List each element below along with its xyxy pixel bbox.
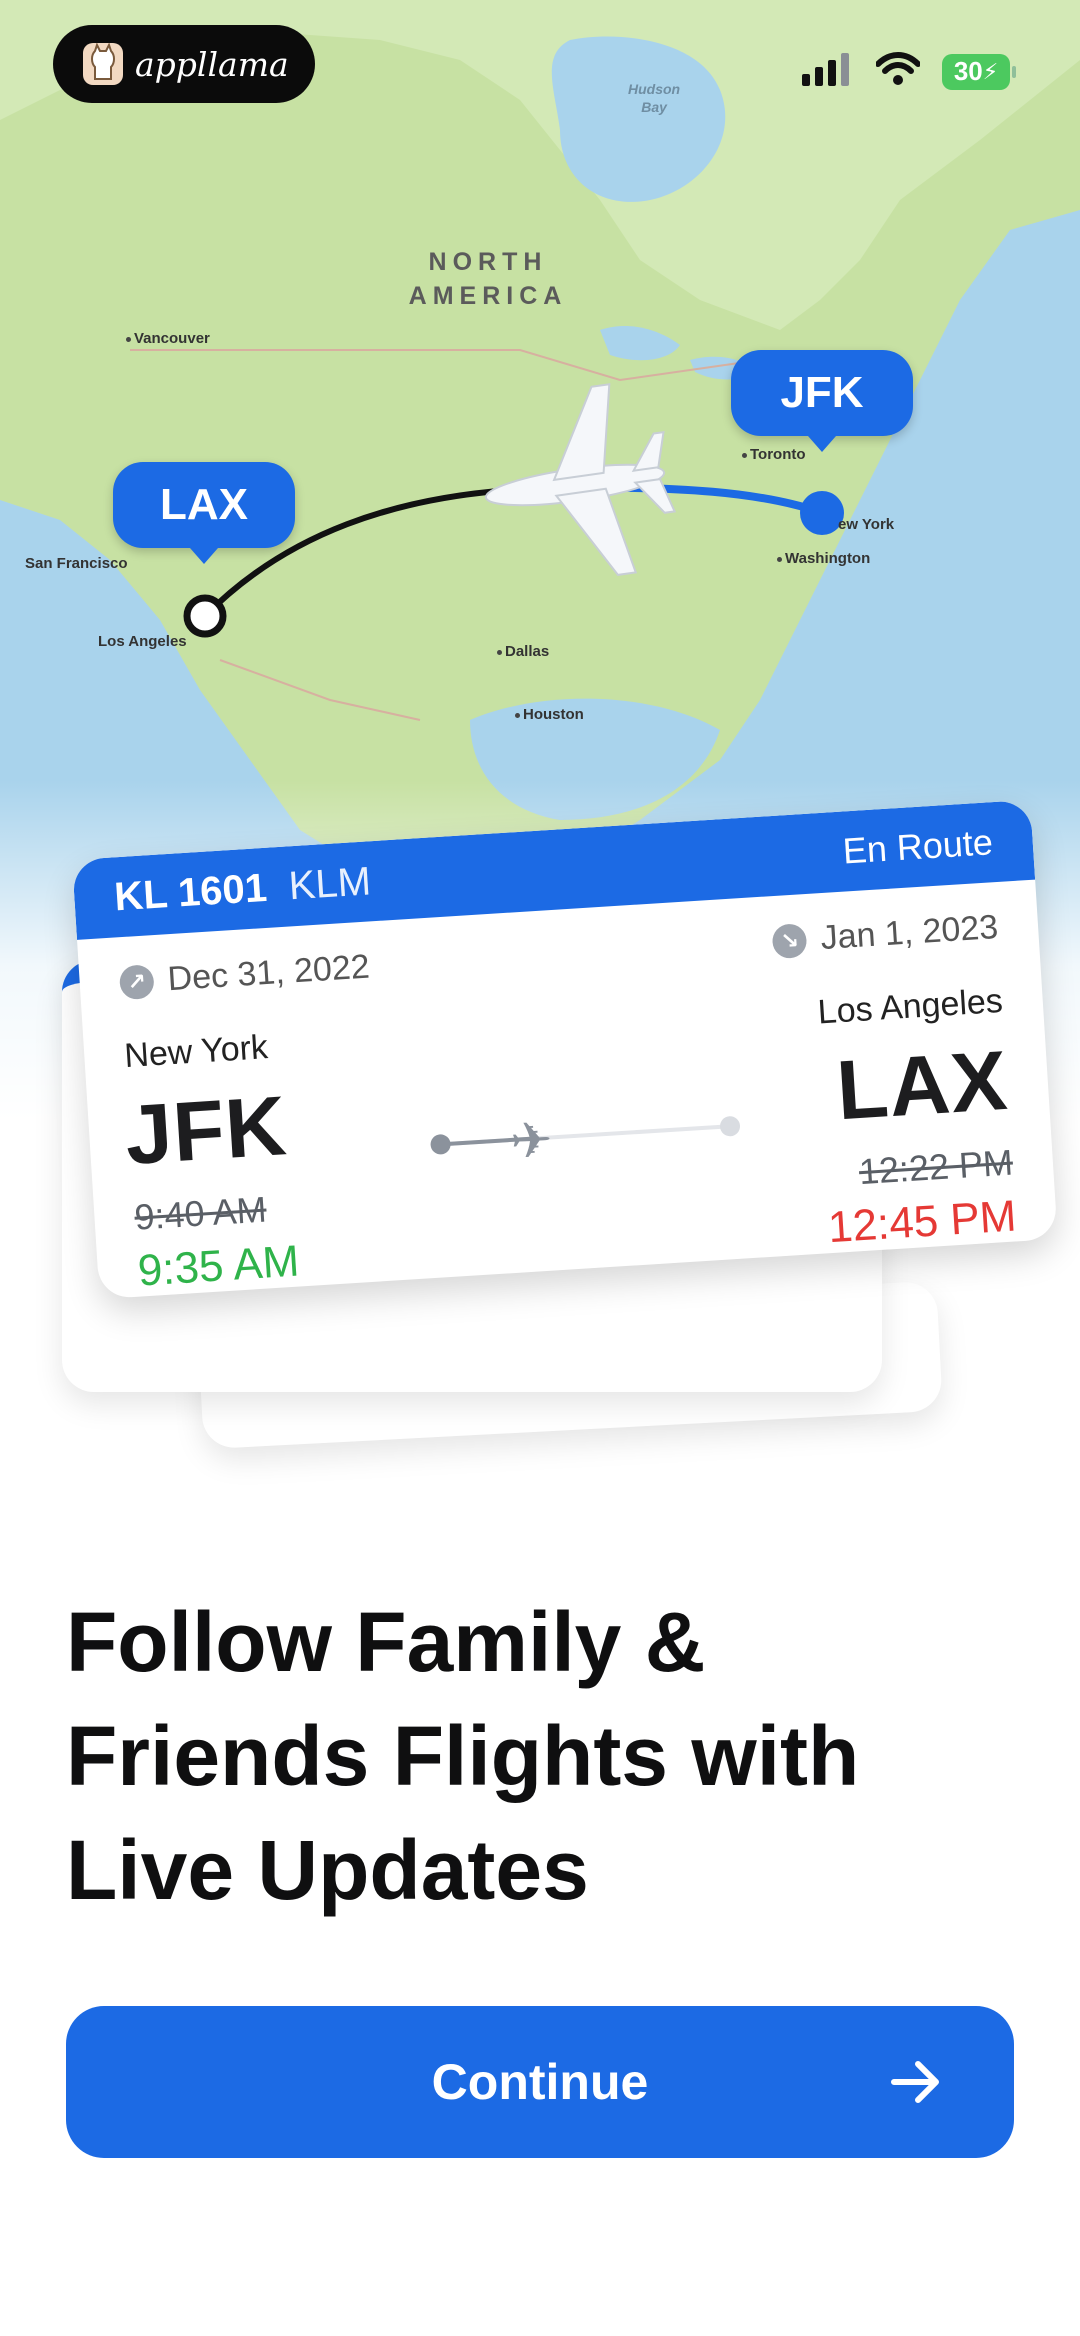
departure-actual-time: 9:35 AM: [136, 1236, 301, 1296]
llama-logo-icon: [83, 42, 123, 85]
brand-badge: appllama: [53, 25, 315, 103]
continue-button-label: Continue: [431, 2054, 649, 2110]
departure-arrow-icon: ↗: [118, 963, 155, 1000]
arrival-date-row: ↘ Jan 1, 2023: [771, 908, 1000, 961]
arrow-right-icon: [888, 2054, 944, 2122]
hudson-bay-label: Hudson Bay: [628, 81, 681, 115]
wifi-icon: [875, 52, 921, 91]
cellular-signal-icon: [802, 52, 854, 91]
arrival-arrow-icon: ↘: [771, 922, 808, 959]
north-america-label: NORTH AMERICA: [408, 248, 568, 310]
battery-icon: 30 ⚡: [942, 53, 1016, 90]
origin-airport-pin: LAX: [113, 462, 295, 564]
city-label: San Francisco: [25, 555, 128, 572]
status-bar: 30 ⚡: [802, 52, 1016, 91]
city-label: Dallas: [497, 643, 549, 660]
destination-airport-pin: JFK: [731, 350, 913, 452]
city-label: Los Angeles: [98, 633, 187, 650]
city-label: Washington: [777, 550, 870, 567]
arrival-city: Los Angeles: [816, 981, 1004, 1032]
departure-scheduled-time: 9:40 AM: [133, 1188, 268, 1238]
city-label: Vancouver: [126, 330, 210, 347]
flight-number: KL 1601: [113, 865, 269, 919]
onboarding-headline: Follow Family & Friends Flights with Liv…: [66, 1595, 860, 1917]
flight-card[interactable]: KL 1601 KLM En Route ↗ Dec 31, 2022 New …: [72, 799, 1058, 1300]
arrival-code: LAX: [834, 1032, 1011, 1138]
departure-code: JFK: [122, 1078, 290, 1183]
departure-date-row: ↗ Dec 31, 2022: [118, 947, 371, 1003]
flight-card-body: ↗ Dec 31, 2022 New York JFK 9:40 AM 9:35…: [77, 880, 1058, 1300]
airline-name: KLM: [287, 858, 373, 908]
city-label: Toronto: [742, 446, 806, 463]
departure-date: Dec 31, 2022: [166, 947, 371, 999]
flight-status: En Route: [841, 821, 994, 872]
departure-city: New York: [123, 1028, 269, 1076]
city-label: Houston: [515, 706, 584, 723]
route-progress: [429, 1115, 741, 1156]
arrival-actual-time: 12:45 PM: [826, 1191, 1018, 1253]
arrival-scheduled-time: 12:22 PM: [857, 1141, 1015, 1193]
arrival-date: Jan 1, 2023: [819, 908, 1000, 958]
continue-button[interactable]: Continue: [66, 2006, 1014, 2158]
city-label: ew York: [838, 516, 895, 533]
airplane-icon: ✈: [508, 1111, 555, 1170]
brand-name: appllama: [135, 44, 289, 84]
